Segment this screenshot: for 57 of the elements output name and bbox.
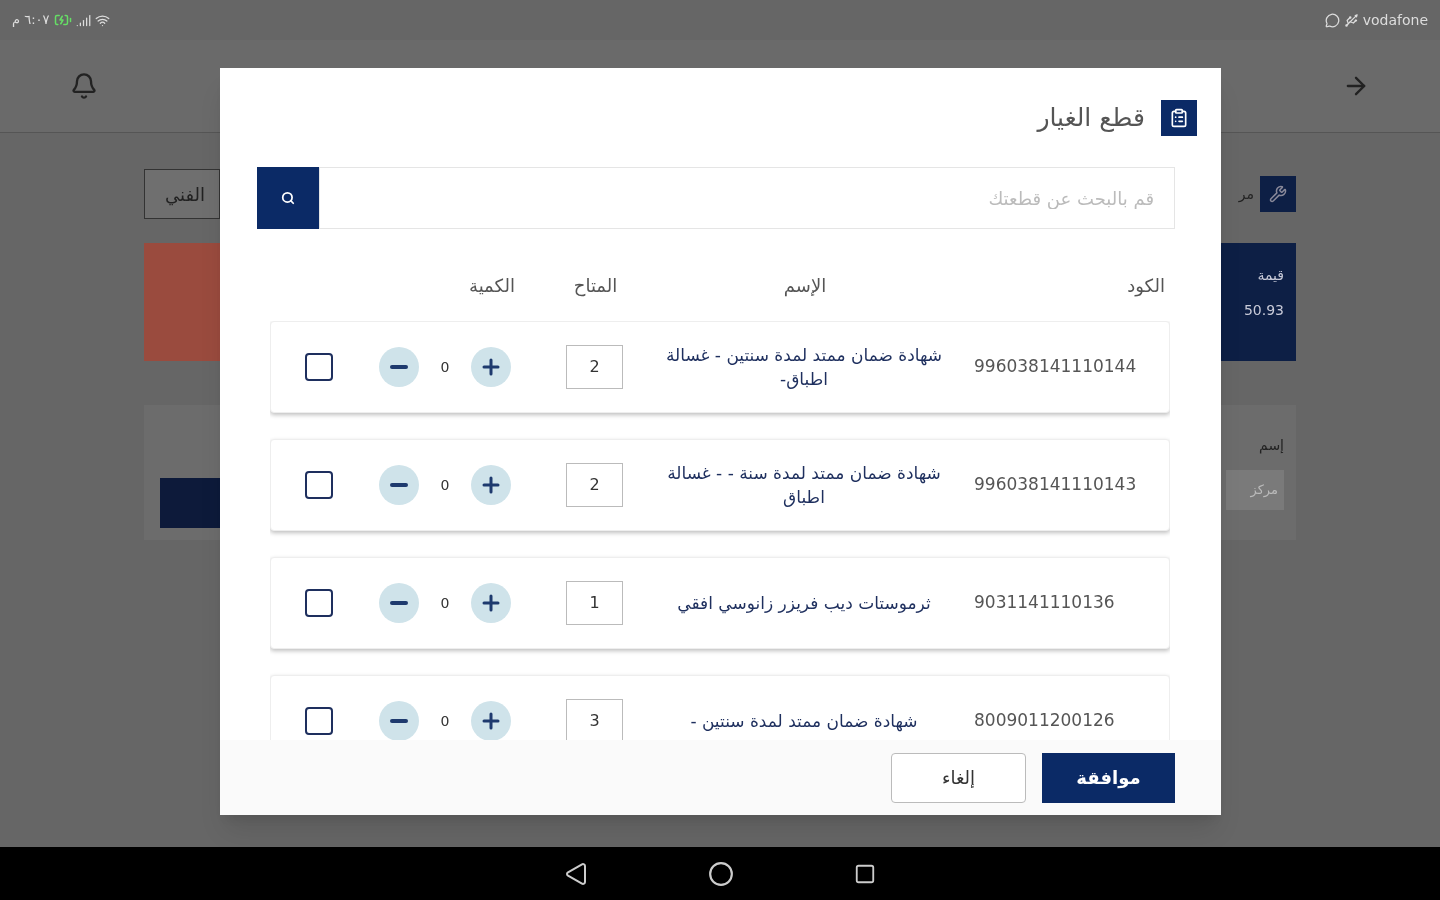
part-code: 996038141110143 bbox=[974, 473, 1138, 497]
increase-button[interactable] bbox=[471, 347, 511, 387]
quantity-value: 0 bbox=[440, 475, 450, 495]
carrier-name: vodafone bbox=[1362, 10, 1428, 30]
decrease-button[interactable] bbox=[379, 465, 419, 505]
center-label: مر bbox=[1238, 184, 1254, 205]
wrench-icon bbox=[1260, 176, 1296, 212]
part-code: 8009011200126 bbox=[974, 709, 1116, 733]
row-checkbox[interactable] bbox=[305, 707, 333, 735]
column-header: الكمية bbox=[468, 273, 516, 298]
row-checkbox[interactable] bbox=[305, 589, 333, 617]
home-icon[interactable] bbox=[708, 860, 734, 887]
name-label: إسم bbox=[1259, 436, 1284, 456]
part-name: ثرموستات ديب فريزر زانوسي افقي bbox=[676, 592, 932, 615]
minus-icon bbox=[390, 483, 408, 487]
value-amount: 50.93 bbox=[1243, 301, 1284, 320]
column-header: الكود bbox=[1126, 273, 1165, 299]
minus-icon bbox=[390, 601, 408, 605]
minus-icon bbox=[390, 365, 408, 369]
confirm-button[interactable]: موافقة bbox=[1042, 752, 1175, 803]
name-field: مركز bbox=[1226, 470, 1284, 510]
quantity-value: 0 bbox=[440, 711, 450, 731]
decrease-button[interactable] bbox=[379, 583, 419, 623]
part-name: شهادة ضمان ممتد لمدة سنتين - غسالة اطباق- bbox=[664, 344, 944, 391]
available-field: 1 bbox=[566, 581, 623, 625]
part-code: 9031141110136 bbox=[974, 591, 1116, 615]
usb-icon bbox=[1343, 12, 1359, 28]
wifi-icon bbox=[94, 12, 110, 28]
column-header: المتاح bbox=[572, 273, 619, 299]
cancel-button[interactable]: إلغاء bbox=[891, 752, 1026, 803]
increase-button[interactable] bbox=[471, 465, 511, 505]
clipboard-icon bbox=[1161, 99, 1197, 136]
dialog-title: قطع الغيار bbox=[1037, 101, 1145, 134]
part-name: شهادة ضمان ممتد لمدة سنة - - غسالة اطباق bbox=[666, 462, 942, 509]
value-label: قيمة bbox=[1257, 266, 1284, 285]
row-checkbox[interactable] bbox=[305, 471, 333, 499]
part-name: شهادة ضمان ممتد لمدة سنتين - bbox=[689, 710, 919, 733]
notification-icon[interactable] bbox=[70, 72, 98, 100]
row-checkbox[interactable] bbox=[305, 353, 333, 381]
back-icon[interactable] bbox=[564, 861, 588, 886]
column-header: الإسم bbox=[782, 273, 828, 299]
available-field: 2 bbox=[566, 463, 623, 507]
chat-icon bbox=[1324, 12, 1340, 28]
increase-button[interactable] bbox=[471, 583, 511, 623]
recents-icon[interactable] bbox=[854, 862, 876, 885]
quantity-value: 0 bbox=[440, 593, 450, 613]
decrease-button[interactable] bbox=[379, 347, 419, 387]
signal-icon bbox=[75, 12, 91, 28]
minus-icon bbox=[390, 719, 408, 723]
quantity-value: 0 bbox=[440, 357, 450, 377]
available-field: 2 bbox=[566, 345, 623, 389]
increase-button[interactable] bbox=[471, 701, 511, 740]
decrease-button[interactable] bbox=[379, 701, 419, 740]
search-field[interactable]: قم بالبحث عن قطعتك bbox=[319, 167, 1175, 229]
part-code: 996038141110144 bbox=[974, 355, 1138, 379]
search-icon bbox=[281, 191, 295, 205]
status-time: ٦:٠٧ م bbox=[12, 11, 50, 30]
